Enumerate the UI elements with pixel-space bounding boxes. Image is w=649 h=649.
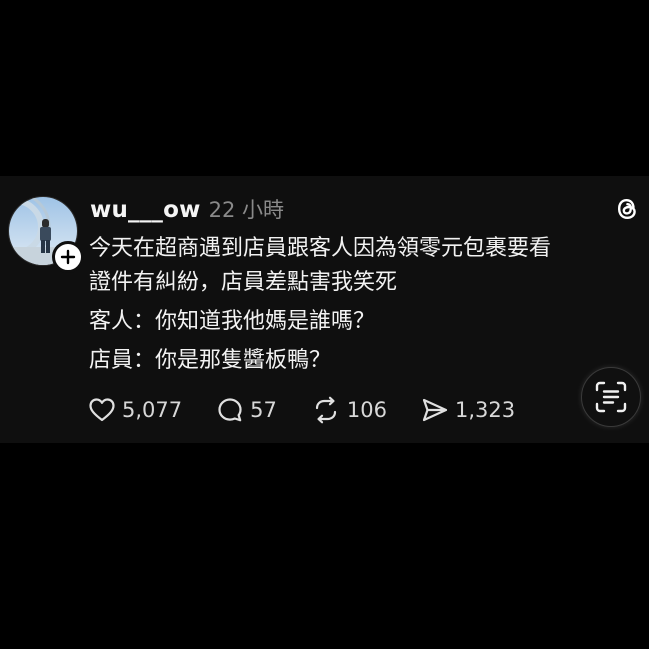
post-body: 今天在超商遇到店員跟客人因為領零元包裹要看 證件有糾紛，店員差點害我笑死 客人：… xyxy=(89,232,641,378)
send-icon xyxy=(422,398,448,422)
comment-bubble-icon xyxy=(218,398,242,422)
avatar-container[interactable] xyxy=(8,196,84,273)
post-text-line: 客人：你知道我他媽是誰嗎？ xyxy=(89,309,376,334)
post-header: wu___ow 22 小時 xyxy=(90,194,284,224)
threads-logo-icon[interactable] xyxy=(612,194,642,224)
post-text-line: 證件有糾紛，店員差點害我笑死 xyxy=(89,270,398,295)
like-count: 5,077 xyxy=(122,398,183,422)
like-button[interactable]: 5,077 xyxy=(88,397,182,423)
share-button[interactable]: 1,323 xyxy=(421,397,515,423)
post-actions: 5,077 57 106 1,323 xyxy=(88,394,549,426)
post-text-line: 店員：你是那隻醬板鴨？ xyxy=(89,348,332,373)
share-count: 1,323 xyxy=(454,398,516,422)
follow-button[interactable] xyxy=(52,241,84,273)
post-timestamp: 22 小時 xyxy=(208,198,284,222)
heart-icon xyxy=(89,398,115,422)
username[interactable]: wu___ow xyxy=(90,197,201,223)
repost-count: 106 xyxy=(346,398,387,422)
repost-arrows-icon xyxy=(315,396,336,424)
repost-button[interactable]: 106 xyxy=(311,396,387,424)
thread-post: wu___ow 22 小時 今天在超商遇到店員跟客人因為領零元包裹要看 證件有糾… xyxy=(0,176,649,443)
text-scan-icon xyxy=(595,381,627,413)
plus-icon xyxy=(60,249,76,265)
screenshot-canvas: wu___ow 22 小時 今天在超商遇到店員跟客人因為領零元包裹要看 證件有糾… xyxy=(0,0,649,649)
text-scan-button[interactable] xyxy=(581,367,641,427)
post-text-line: 今天在超商遇到店員跟客人因為領零元包裹要看 xyxy=(89,236,552,261)
reply-button[interactable]: 57 xyxy=(216,396,277,424)
reply-count: 57 xyxy=(250,398,277,422)
